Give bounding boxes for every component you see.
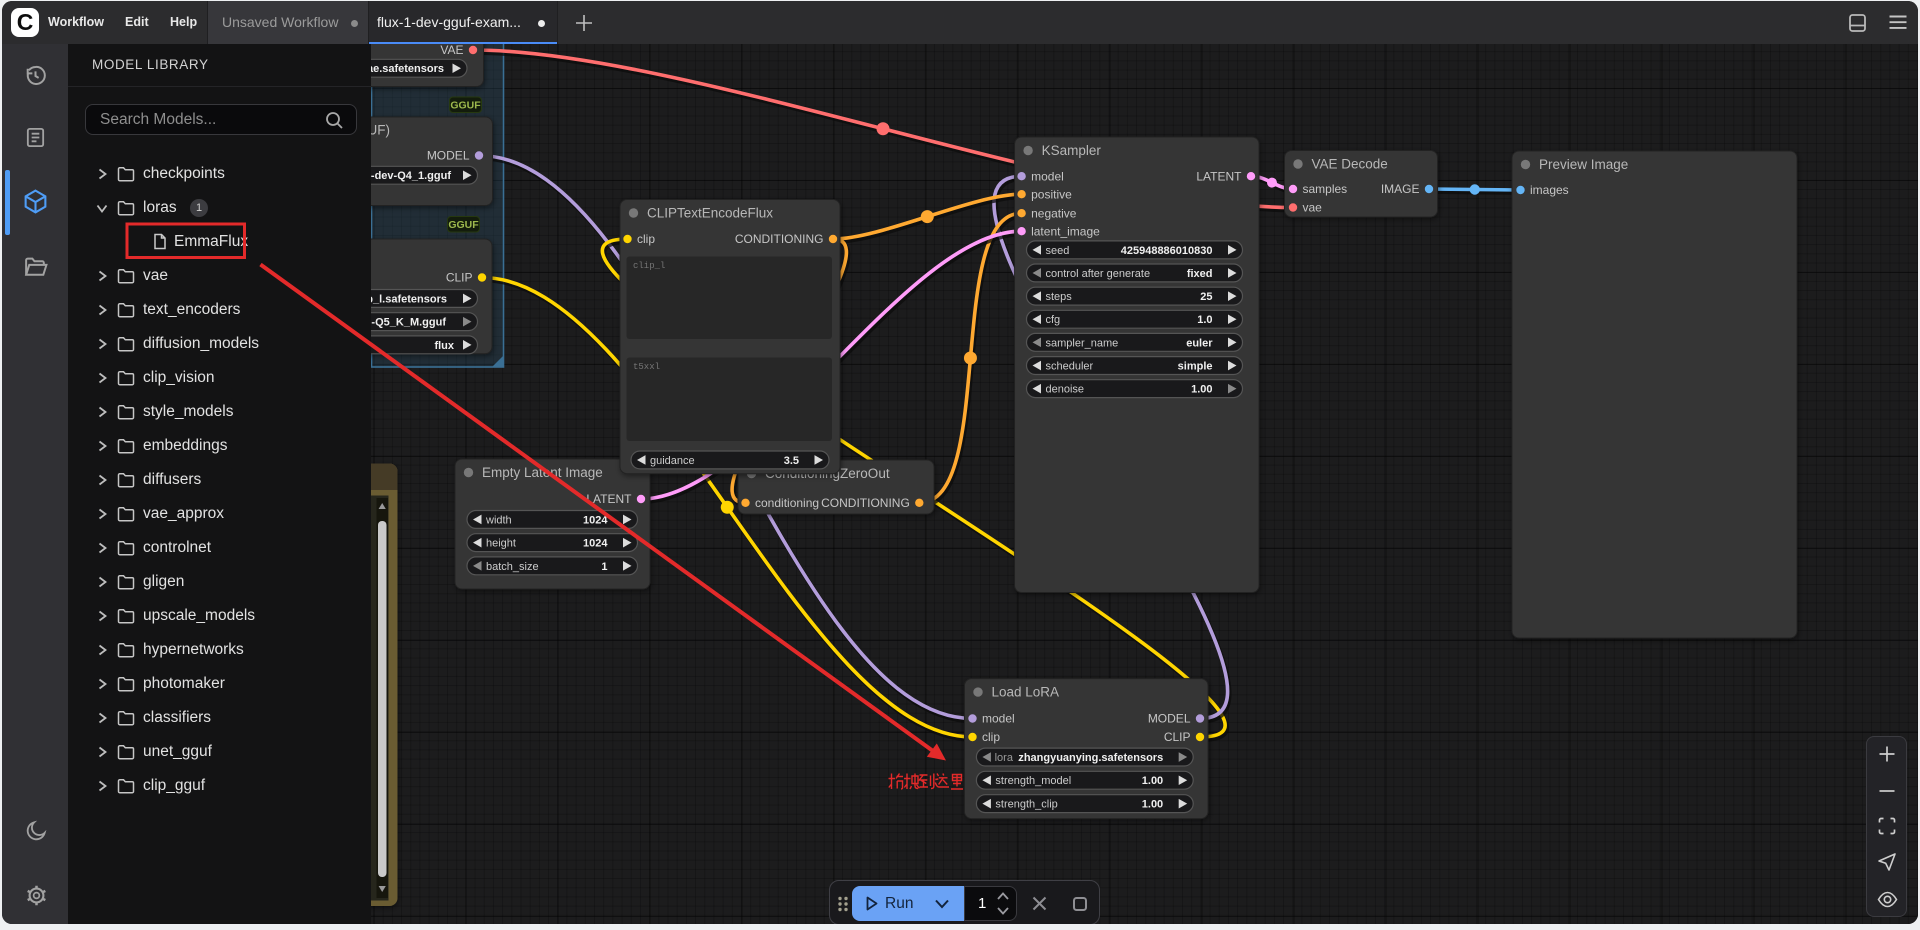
svg-text:batch_size: batch_size xyxy=(486,561,539,573)
svg-text:1.00: 1.00 xyxy=(1191,384,1212,396)
svg-text:IMAGE: IMAGE xyxy=(1381,182,1420,196)
svg-text:1024: 1024 xyxy=(583,514,608,526)
svg-text:sampler_name: sampler_name xyxy=(1046,337,1119,349)
svg-text:3.5: 3.5 xyxy=(784,455,799,467)
svg-text:Empty Latent Image: Empty Latent Image xyxy=(482,465,603,480)
svg-text:flux1-dev-Q4_1.gguf: flux1-dev-Q4_1.gguf xyxy=(371,170,451,182)
svg-text:MODEL: MODEL xyxy=(427,149,470,163)
svg-text:1024: 1024 xyxy=(583,538,608,550)
svg-text:KSampler: KSampler xyxy=(1042,143,1102,158)
svg-text:25: 25 xyxy=(1200,291,1212,303)
svg-text:control after generate: control after generate xyxy=(1046,268,1151,280)
svg-text:Preview Image: Preview Image xyxy=(1539,157,1628,172)
svg-text:lora: lora xyxy=(995,752,1014,764)
svg-text:conditioning: conditioning xyxy=(755,496,819,510)
svg-text:1.00: 1.00 xyxy=(1142,775,1163,787)
svg-text:zhangyuanying.safetensors: zhangyuanying.safetensors xyxy=(1018,752,1163,764)
svg-text:scheduler: scheduler xyxy=(1046,360,1094,372)
svg-text:CLIP: CLIP xyxy=(1164,730,1191,744)
svg-text:CONDITIONING: CONDITIONING xyxy=(735,232,824,246)
svg-text:strength_clip: strength_clip xyxy=(995,799,1057,811)
svg-text:negative: negative xyxy=(1031,206,1077,220)
svg-text:latent_image: latent_image xyxy=(1031,224,1100,238)
svg-text:fixed: fixed xyxy=(1187,268,1213,280)
svg-text:clip_l.safetensors: clip_l.safetensors xyxy=(371,293,447,305)
svg-text:LATENT: LATENT xyxy=(1196,169,1242,183)
svg-text:positive: positive xyxy=(1031,187,1072,201)
svg-text:samples: samples xyxy=(1303,182,1348,196)
svg-text:1: 1 xyxy=(601,561,607,573)
svg-text:clip: clip xyxy=(637,232,655,246)
svg-text:1.00: 1.00 xyxy=(1142,799,1163,811)
svg-text:strength_model: strength_model xyxy=(995,775,1071,787)
svg-text:CLIPTextEncodeFlux: CLIPTextEncodeFlux xyxy=(647,205,773,220)
svg-text:width: width xyxy=(485,514,512,526)
svg-text:Unet Loader (GGUF): Unet Loader (GGUF) xyxy=(371,123,390,138)
svg-text:1.0: 1.0 xyxy=(1197,314,1212,326)
svg-text:clip: clip xyxy=(982,730,1000,744)
svg-text:CLIP: CLIP xyxy=(446,271,473,285)
svg-text:ae.safetensors: ae.safetensors xyxy=(371,63,444,75)
svg-text:simple: simple xyxy=(1178,360,1213,372)
svg-text:VAE Decode: VAE Decode xyxy=(1312,156,1388,171)
svg-text:guidance: guidance xyxy=(650,455,695,467)
svg-text:LATENT: LATENT xyxy=(586,492,632,506)
svg-text:VAE: VAE xyxy=(440,44,463,57)
svg-text:vae: vae xyxy=(1303,201,1323,215)
svg-text:steps: steps xyxy=(1046,291,1073,303)
svg-text:clip_l: clip_l xyxy=(633,261,665,271)
svg-text:CONDITIONING: CONDITIONING xyxy=(821,496,910,510)
svg-text:GGUF: GGUF xyxy=(448,219,479,231)
svg-text:euler: euler xyxy=(1186,337,1213,349)
svg-text:MODEL: MODEL xyxy=(1148,712,1191,726)
svg-text:xxl-Q5_K_M.gguf: xxl-Q5_K_M.gguf xyxy=(371,317,446,329)
svg-text:denoise: denoise xyxy=(1046,384,1085,396)
svg-text:model: model xyxy=(982,712,1015,726)
svg-text:cfg: cfg xyxy=(1046,314,1061,326)
svg-text:flux: flux xyxy=(434,340,454,352)
svg-text:height: height xyxy=(486,538,516,550)
svg-text:Load LoRA: Load LoRA xyxy=(992,684,1060,699)
svg-text:images: images xyxy=(1530,183,1569,197)
svg-text:t5xxl: t5xxl xyxy=(633,362,660,372)
svg-text:seed: seed xyxy=(1046,245,1070,257)
svg-text:GGUF: GGUF xyxy=(450,100,481,112)
svg-text:model: model xyxy=(1031,169,1064,183)
svg-text:425948886010830: 425948886010830 xyxy=(1121,245,1213,257)
